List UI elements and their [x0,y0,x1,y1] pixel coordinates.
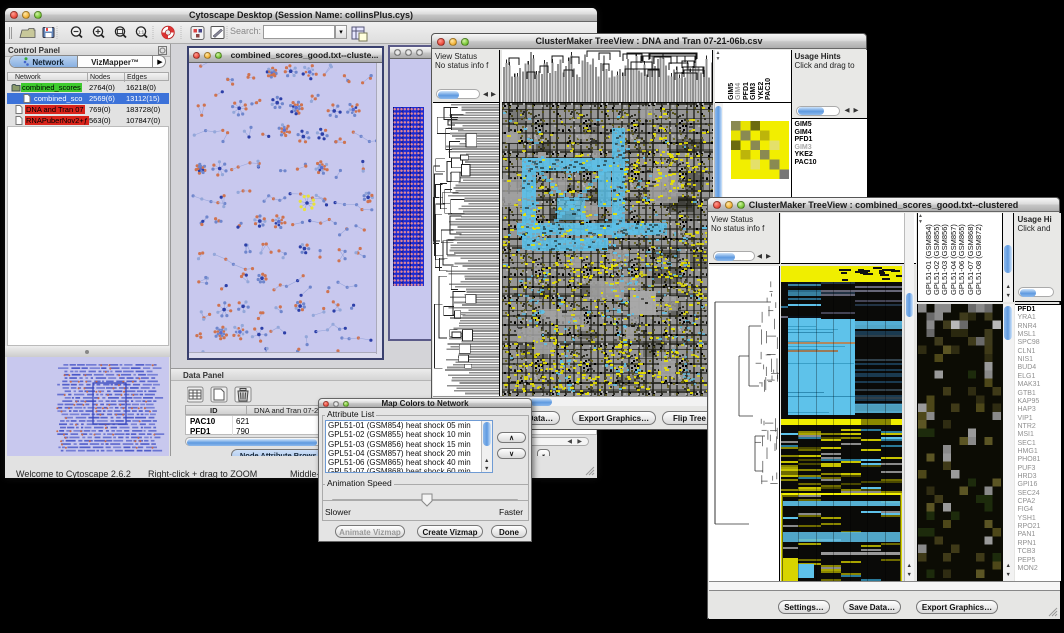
svg-text:1:1: 1:1 [138,30,145,35]
